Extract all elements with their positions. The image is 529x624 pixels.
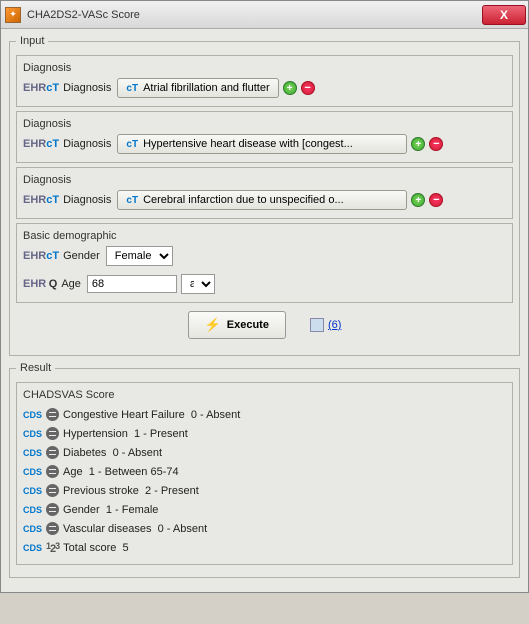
age-unit-select[interactable]: a xyxy=(181,274,215,294)
ct-icon: cT xyxy=(126,195,138,206)
diagnosis-value: Cerebral infarction due to unspecified o… xyxy=(143,194,344,206)
diagnosis-group-1: Diagnosis EHRcT Diagnosis cT Atrial fibr… xyxy=(16,55,513,107)
titlebar: ✦ CHA2DS2-VASc Score X xyxy=(1,1,528,29)
diagnosis-group-2: Diagnosis EHRcT Diagnosis cT Hypertensiv… xyxy=(16,111,513,163)
gender-select[interactable]: Female xyxy=(106,246,173,266)
list-icon xyxy=(46,446,59,459)
diagnosis-field-label: Diagnosis xyxy=(63,138,111,150)
list-icon xyxy=(46,427,59,440)
demographic-group: Basic demographic EHRcT Gender Female EH… xyxy=(16,223,513,303)
ehr-ct-badge: EHRcT xyxy=(23,250,59,262)
result-legend: Result xyxy=(16,362,55,374)
ehr-ct-badge: EHRcT xyxy=(23,82,59,94)
age-label: Age xyxy=(61,278,81,290)
result-row: CDS Hypertension 1 - Present xyxy=(23,424,506,443)
close-button[interactable]: X xyxy=(482,5,526,25)
demographic-label: Basic demographic xyxy=(23,230,506,242)
diagnosis-value-button-3[interactable]: cT Cerebral infarction due to unspecifie… xyxy=(117,190,407,210)
list-icon xyxy=(46,465,59,478)
result-row: CDS Previous stroke 2 - Present xyxy=(23,481,506,500)
list-icon xyxy=(46,503,59,516)
archive-count: (6) xyxy=(328,319,341,331)
gender-label: Gender xyxy=(63,250,100,262)
diagnosis-value: Hypertensive heart disease with [congest… xyxy=(143,138,353,150)
ehr-ct-badge: EHRcT xyxy=(23,138,59,150)
input-legend: Input xyxy=(16,35,48,47)
score-label: CHADSVAS Score xyxy=(23,389,506,401)
window-title: CHA2DS2-VASc Score xyxy=(27,9,482,21)
execute-label: Execute xyxy=(227,319,269,331)
diagnosis-field-label: Diagnosis xyxy=(63,82,111,94)
result-row: CDS Congestive Heart Failure 0 - Absent xyxy=(23,405,506,424)
score-group: CHADSVAS Score CDS Congestive Heart Fail… xyxy=(16,382,513,565)
app-window: ✦ CHA2DS2-VASc Score X Input Diagnosis E… xyxy=(0,0,529,593)
ehr-ct-badge: EHRcT xyxy=(23,194,59,206)
add-icon[interactable]: + xyxy=(283,81,297,95)
list-icon xyxy=(46,408,59,421)
add-icon[interactable]: + xyxy=(411,193,425,207)
ct-icon: cT xyxy=(126,83,138,94)
diagnosis-group-label: Diagnosis xyxy=(23,62,506,74)
cds-badge: CDS xyxy=(23,524,42,534)
remove-icon[interactable]: − xyxy=(301,81,315,95)
remove-icon[interactable]: − xyxy=(429,193,443,207)
cds-badge: CDS xyxy=(23,505,42,515)
diagnosis-value: Atrial fibrillation and flutter xyxy=(143,82,270,94)
cds-badge: CDS xyxy=(23,448,42,458)
diagnosis-group-label: Diagnosis xyxy=(23,174,506,186)
remove-icon[interactable]: − xyxy=(429,137,443,151)
result-row: CDS Gender 1 - Female xyxy=(23,500,506,519)
result-row: CDS Vascular diseases 0 - Absent xyxy=(23,519,506,538)
diagnosis-group-label: Diagnosis xyxy=(23,118,506,130)
cds-badge: CDS xyxy=(23,410,42,420)
list-icon xyxy=(46,522,59,535)
archive-icon xyxy=(310,318,324,332)
ct-icon: cT xyxy=(126,139,138,150)
cds-badge: CDS xyxy=(23,543,42,553)
ehr-q-badge: EHR Q xyxy=(23,278,57,290)
diagnosis-value-button-2[interactable]: cT Hypertensive heart disease with [cong… xyxy=(117,134,407,154)
result-fieldset: Result CHADSVAS Score CDS Congestive Hea… xyxy=(9,362,520,578)
diagnosis-group-3: Diagnosis EHRcT Diagnosis cT Cerebral in… xyxy=(16,167,513,219)
execute-button[interactable]: ⚡ Execute xyxy=(188,311,286,339)
input-fieldset: Input Diagnosis EHRcT Diagnosis cT Atria… xyxy=(9,35,520,356)
diagnosis-field-label: Diagnosis xyxy=(63,194,111,206)
diagnosis-value-button-1[interactable]: cT Atrial fibrillation and flutter xyxy=(117,78,278,98)
list-icon xyxy=(46,484,59,497)
total-row: CDS 123 Total score 5 xyxy=(23,538,506,558)
add-icon[interactable]: + xyxy=(411,137,425,151)
cds-badge: CDS xyxy=(23,486,42,496)
result-row: CDS Diabetes 0 - Absent xyxy=(23,443,506,462)
cds-badge: CDS xyxy=(23,467,42,477)
cds-badge: CDS xyxy=(23,429,42,439)
bolt-icon: ⚡ xyxy=(205,317,221,333)
app-icon: ✦ xyxy=(5,7,21,23)
age-input[interactable] xyxy=(87,275,177,293)
archive-link[interactable]: (6) xyxy=(310,318,341,332)
number-icon: 123 xyxy=(46,541,59,555)
result-row: CDS Age 1 - Between 65-74 xyxy=(23,462,506,481)
